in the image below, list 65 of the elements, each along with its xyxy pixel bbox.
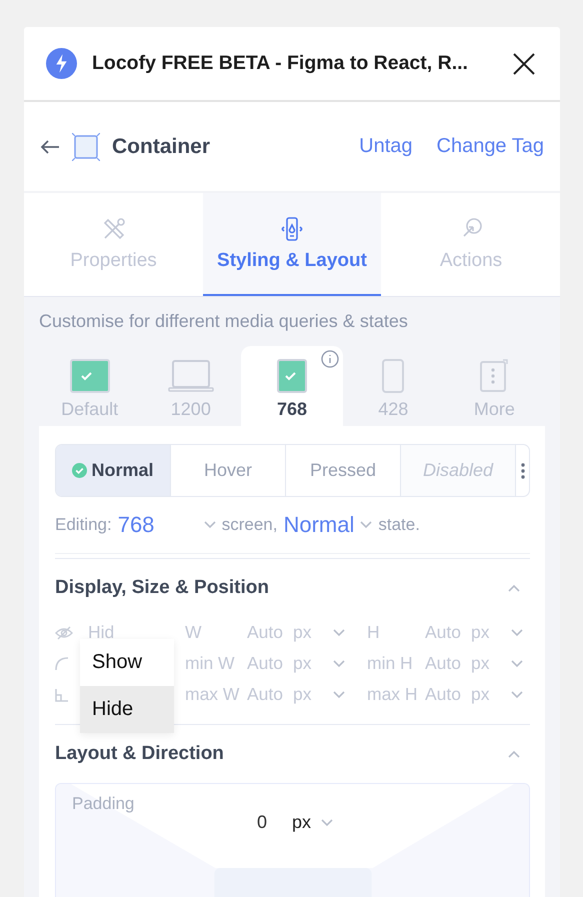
- chevron-icon[interactable]: [360, 521, 372, 529]
- value-field[interactable]: Auto: [425, 622, 471, 643]
- chevron-icon[interactable]: [511, 628, 523, 636]
- chevron-icon[interactable]: [511, 660, 523, 668]
- field-label: max W: [185, 684, 240, 705]
- bolt-logo-icon: [46, 48, 77, 79]
- state-tab[interactable]: Hover: [171, 445, 286, 496]
- collapse-chevron-icon[interactable]: [508, 750, 520, 758]
- more-icon[interactable]: [520, 462, 524, 478]
- check-circle-icon: [72, 463, 88, 478]
- state-select[interactable]: Normal: [283, 512, 354, 538]
- collapse-chevron-icon[interactable]: [508, 584, 520, 592]
- close-icon[interactable]: [512, 52, 536, 76]
- screen-select[interactable]: 768: [118, 512, 198, 538]
- unit-select[interactable]: px: [293, 653, 333, 674]
- description-text: Customise for different media queries & states: [39, 311, 409, 332]
- screen-label: screen,: [222, 515, 278, 535]
- breakpoint-tab[interactable]: Default: [39, 346, 140, 426]
- value-field[interactable]: Auto: [425, 684, 471, 705]
- breakpoint-tab[interactable]: 768: [241, 346, 343, 426]
- value-field[interactable]: Auto: [247, 653, 293, 674]
- radius-icon: [55, 656, 69, 670]
- field-label: min H: [367, 653, 414, 674]
- menu-item[interactable]: Hide: [80, 686, 174, 733]
- breakpoint-tab[interactable]: 428: [342, 346, 444, 426]
- field-label: max H: [367, 684, 419, 705]
- breakpoint-tab[interactable]: More: [444, 346, 546, 426]
- field-label: H: [367, 622, 381, 643]
- field-label: W: [185, 622, 203, 643]
- section-title: Display, Size & Position: [55, 577, 269, 599]
- eye-off-icon: [55, 626, 73, 640]
- unit-select[interactable]: px: [293, 622, 333, 643]
- back-arrow-icon[interactable]: [40, 138, 60, 154]
- state-label: state.: [378, 515, 420, 535]
- chevron-icon[interactable]: [321, 818, 334, 826]
- panel-tab[interactable]: Properties: [24, 193, 203, 296]
- breakpoint-tab[interactable]: 1200: [140, 346, 242, 426]
- chevron-icon[interactable]: [511, 690, 523, 698]
- editing-label: Editing:: [55, 515, 112, 535]
- info-icon[interactable]: [320, 350, 339, 368]
- chevron-icon[interactable]: [204, 521, 216, 529]
- unit-select[interactable]: px: [471, 653, 511, 674]
- panel-tab[interactable]: Styling & Layout: [203, 193, 381, 296]
- value-field[interactable]: Auto: [425, 653, 471, 674]
- chevron-icon[interactable]: [333, 690, 345, 698]
- chevron-icon[interactable]: [333, 628, 345, 636]
- chevron-icon[interactable]: [333, 660, 345, 668]
- field-label: min W: [185, 653, 236, 674]
- unit-select[interactable]: px: [293, 684, 333, 705]
- window-title: Locofy FREE BETA - Figma to React, R...: [92, 52, 469, 75]
- unit-select[interactable]: px: [471, 684, 511, 705]
- tag-action-link[interactable]: Change Tag: [436, 135, 544, 158]
- state-tab[interactable]: Normal: [56, 445, 171, 496]
- value-field[interactable]: Auto: [247, 622, 293, 643]
- unit-select[interactable]: px: [292, 812, 312, 833]
- value-field[interactable]: 0: [242, 812, 282, 833]
- corner-icon: [55, 688, 69, 702]
- panel-tab[interactable]: Actions: [381, 193, 560, 296]
- frame-icon: [72, 132, 100, 160]
- element-name: Container: [112, 134, 212, 158]
- padding-label: Padding: [72, 794, 134, 814]
- value-field[interactable]: Auto: [247, 684, 293, 705]
- unit-select[interactable]: px: [471, 622, 511, 643]
- tag-action-link[interactable]: Untag: [359, 135, 412, 158]
- section-title: Layout & Direction: [55, 743, 224, 765]
